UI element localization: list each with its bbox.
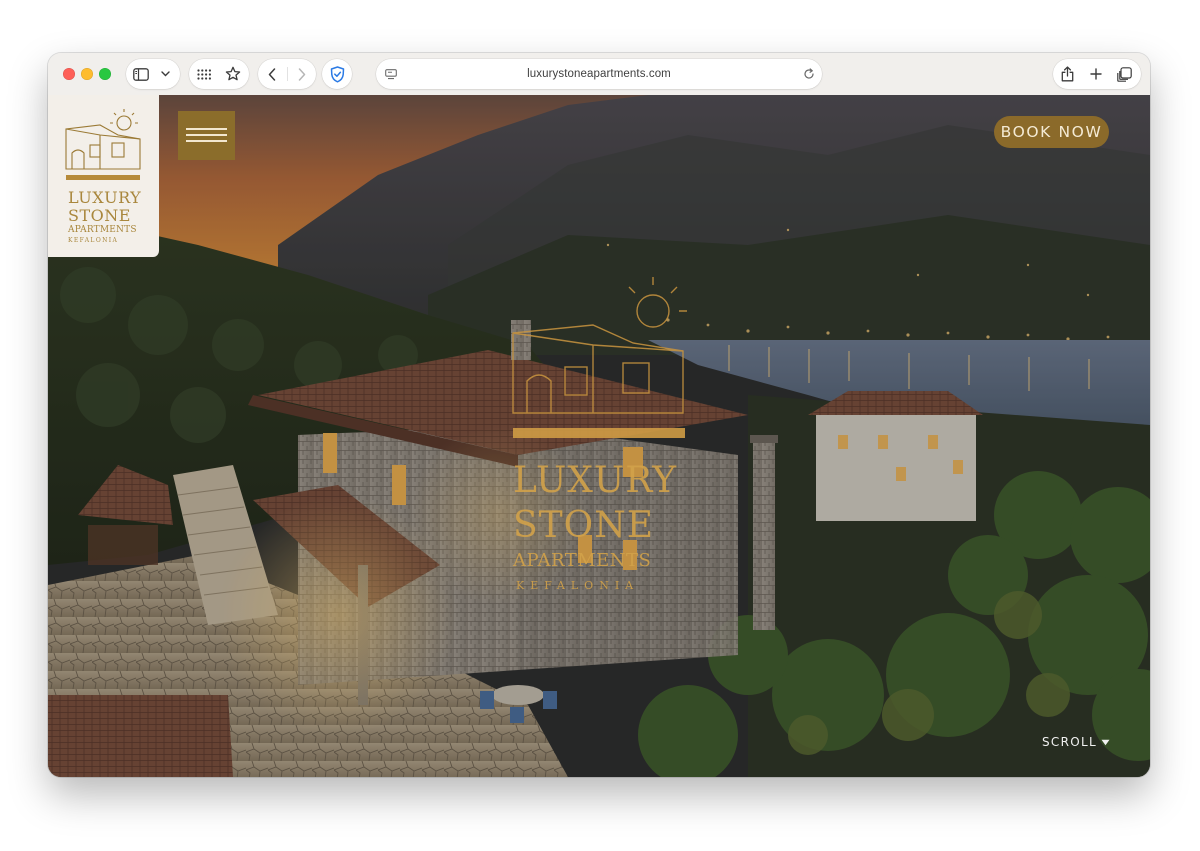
shield-icon (329, 65, 345, 83)
logo-line-1: LUXURY (68, 188, 142, 207)
privacy-shield-button[interactable] (322, 59, 352, 89)
house-sun-logo-icon (65, 109, 141, 170)
hamburger-icon-line-3 (186, 140, 227, 142)
tab-overview-icon[interactable] (1116, 66, 1132, 82)
reload-icon[interactable] (802, 67, 816, 81)
book-now-button[interactable]: BOOK NOW (994, 116, 1109, 148)
minimize-window-button[interactable] (81, 68, 93, 80)
star-icon[interactable] (224, 65, 242, 83)
site-logo[interactable]: LUXURY STONE APARTMENTS KEFALONIA (48, 95, 159, 257)
sidebar-toggle-group (126, 59, 180, 89)
browser-window: luxurystoneapartments.com LUXURY STONE A… (48, 53, 1150, 777)
address-bar[interactable]: luxurystoneapartments.com (376, 59, 822, 89)
logo-divider (66, 175, 140, 180)
hamburger-icon (186, 128, 227, 130)
navigation-group (258, 59, 316, 89)
center-house-sun-icon (512, 277, 687, 414)
center-logo-line-4: KEFALONIA (516, 579, 640, 592)
scroll-link[interactable]: SCROLL (1042, 735, 1110, 749)
center-logo-line-3: APARTMENTS (513, 550, 652, 571)
hamburger-icon-line-2 (186, 134, 227, 136)
logo-line-3: APARTMENTS (68, 225, 137, 235)
url-text[interactable]: luxurystoneapartments.com (376, 59, 822, 89)
favorites-group (189, 59, 249, 89)
window-actions-group (1053, 59, 1141, 89)
logo-line-2: STONE (68, 206, 131, 225)
share-icon[interactable] (1059, 65, 1075, 83)
center-logo-line-1: LUXURY (513, 460, 678, 501)
triangle-down-icon (1101, 739, 1110, 745)
new-tab-plus-icon[interactable] (1088, 66, 1104, 82)
close-window-button[interactable] (63, 68, 75, 80)
logo-line-4: KEFALONIA (68, 237, 119, 244)
tab-overview-grid-icon[interactable] (195, 66, 213, 82)
sidebar-icon[interactable] (132, 66, 150, 82)
menu-button[interactable] (178, 111, 235, 160)
browser-toolbar: luxurystoneapartments.com (48, 53, 1150, 95)
forward-icon[interactable] (294, 66, 310, 82)
back-icon[interactable] (264, 66, 280, 82)
page-viewport: LUXURY STONE APARTMENTS KEFALONIA BOOK N… (48, 95, 1150, 777)
zoom-window-button[interactable] (99, 68, 111, 80)
center-logo-line-2: STONE (513, 505, 654, 546)
chevron-down-icon[interactable] (158, 68, 172, 80)
nav-divider (287, 67, 288, 81)
scroll-label: SCROLL (1042, 735, 1097, 749)
center-logo-divider (513, 428, 685, 438)
